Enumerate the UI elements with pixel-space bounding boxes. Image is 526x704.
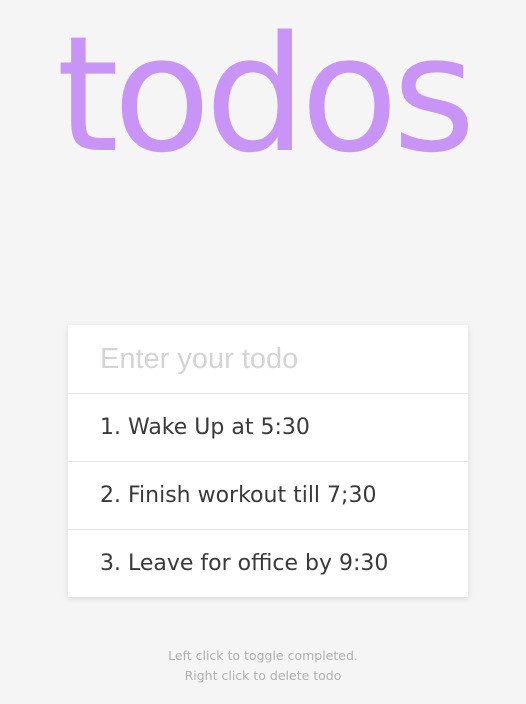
- todo-card: 1. Wake Up at 5:30 2. Finish workout til…: [68, 325, 468, 597]
- footer-hints: Left click to toggle completed. Right cl…: [0, 646, 526, 686]
- hint-delete: Right click to delete todo: [184, 668, 342, 683]
- todo-item[interactable]: 3. Leave for office by 9:30: [68, 530, 468, 597]
- todo-list: 1. Wake Up at 5:30 2. Finish workout til…: [68, 394, 468, 597]
- todo-app: todos 1. Wake Up at 5:30 2. Finish worko…: [0, 0, 526, 704]
- app-title: todos: [56, 1, 475, 188]
- todo-input[interactable]: [68, 325, 468, 394]
- todo-item[interactable]: 1. Wake Up at 5:30: [68, 394, 468, 462]
- hint-toggle: Left click to toggle completed.: [168, 648, 358, 663]
- todo-item[interactable]: 2. Finish workout till 7;30: [68, 462, 468, 530]
